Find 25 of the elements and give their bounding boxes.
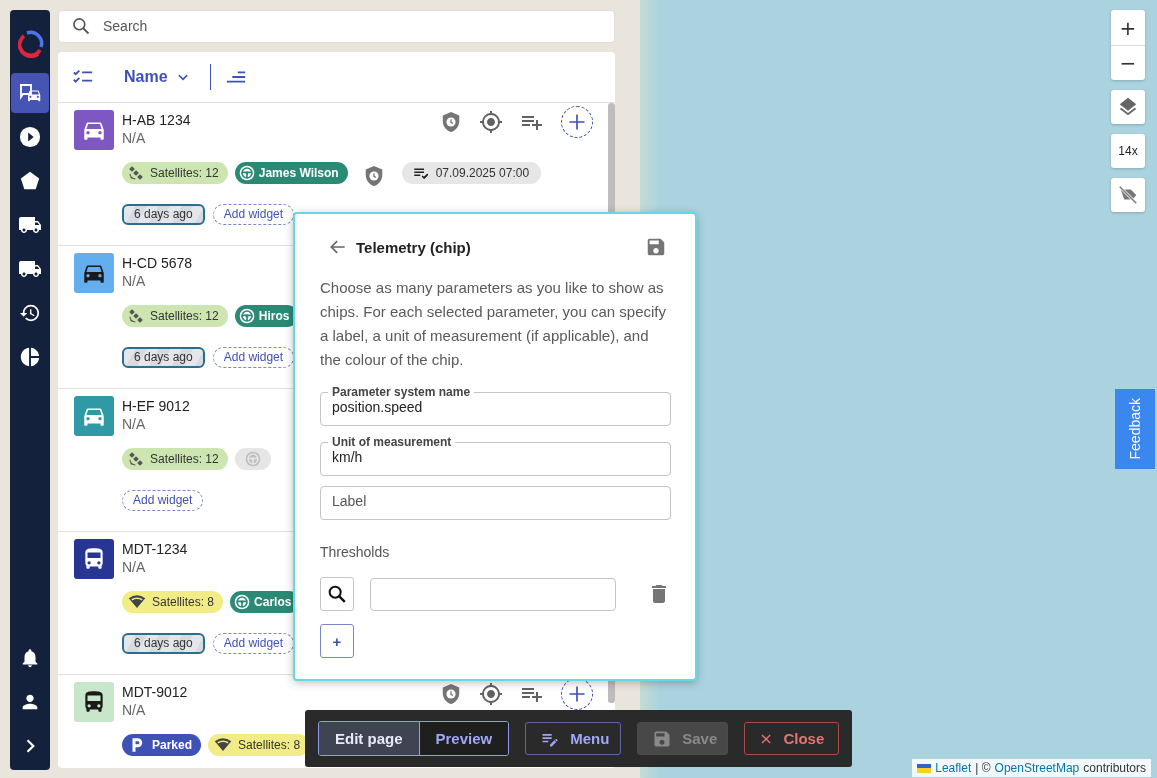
- vehicle-name: MDT-1234: [122, 539, 188, 558]
- driver-chip: James Wilson: [234, 161, 348, 184]
- vehicle-status: N/A: [122, 700, 146, 719]
- last-seen-chip: 6 days ago: [122, 203, 205, 225]
- satellites-chip: Satellites: 12: [122, 447, 228, 470]
- vehicle-status: N/A: [122, 271, 146, 290]
- thresholds-label: Thresholds: [320, 544, 391, 560]
- vehicle-status: N/A: [122, 128, 146, 147]
- last-seen-chip: 6 days ago: [122, 632, 205, 654]
- vehicle-name: H-EF 9012: [122, 396, 190, 415]
- field-label: Parameter system name: [331, 386, 472, 398]
- dialog-description: Choose as many parameters as you like to show as chips. For each selected parameter, you can specify a label, a unit of measurement (if applicable), and the colour of the chip.: [320, 278, 667, 370]
- last-seen-chip: 6 days ago: [122, 346, 205, 368]
- vehicle-name: MDT-9012: [122, 682, 188, 701]
- vehicle-name: H-AB 1234: [122, 110, 191, 129]
- vehicle-name: H-CD 5678: [122, 253, 193, 272]
- field-label: Unit of measurement: [331, 436, 453, 448]
- vehicle-status: N/A: [122, 557, 146, 576]
- vehicle-status: N/A: [122, 414, 146, 433]
- satellites-chip: Satellites: 8: [122, 590, 224, 613]
- satellites-chip: Satellites: 12: [122, 161, 228, 184]
- map-attribution: Leaflet | © OpenStreetMap contributors: [912, 759, 1151, 777]
- parked-chip: Parked: [122, 733, 202, 756]
- satellites-chip: Satellites: 12: [122, 304, 228, 327]
- date-chip: 07.09.2025 07:00: [401, 161, 542, 184]
